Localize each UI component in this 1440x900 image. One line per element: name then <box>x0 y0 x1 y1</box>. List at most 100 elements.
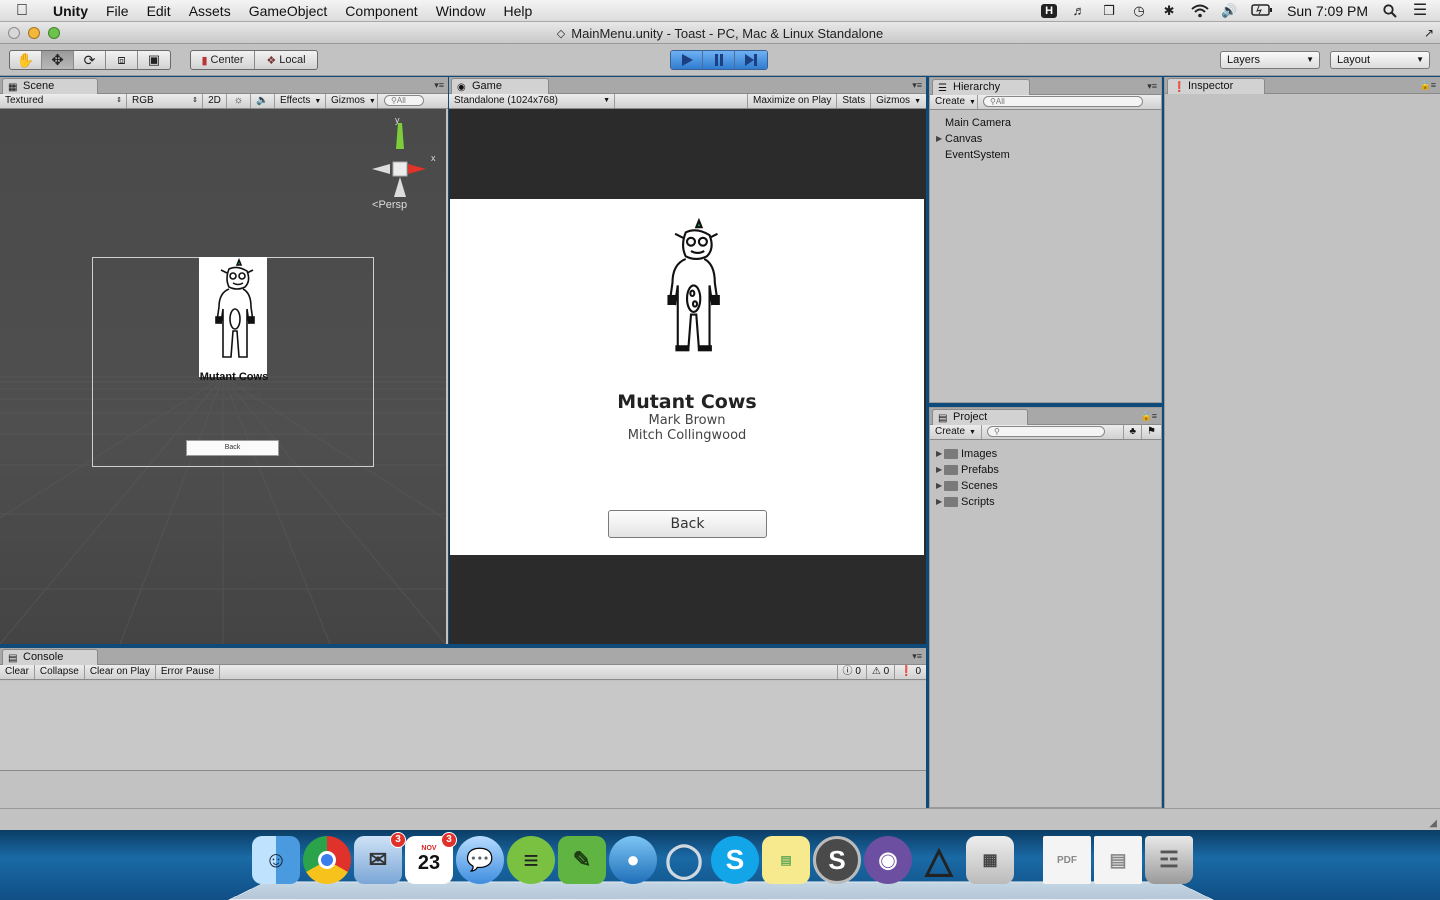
audio-toggle[interactable]: 🔈 <box>251 94 275 108</box>
project-folder-scripts[interactable]: ▶ Scripts <box>930 494 1161 510</box>
effects-dropdown[interactable]: Effects ▼ <box>275 94 326 108</box>
notification-bell-icon[interactable]: ♬ <box>1071 3 1087 18</box>
menu-app[interactable]: Unity <box>44 3 97 19</box>
hierarchy-item-main-camera[interactable]: Main Camera <box>930 115 1161 131</box>
project-search-input[interactable]: ⚲ <box>987 426 1105 437</box>
console-error-toggle[interactable]: ❗ 0 <box>895 665 926 679</box>
tweetbot-icon[interactable]: ● <box>609 836 657 884</box>
hierarchy-create-dropdown[interactable]: Create ▼ <box>930 95 978 109</box>
menu-component[interactable]: Component <box>336 3 426 19</box>
evernote-icon[interactable]: ✎ <box>558 836 606 884</box>
calendar-icon[interactable]: NOV 23 3 <box>405 832 457 884</box>
game-viewport[interactable]: Mutant Cows Mark Brown Mitch Collingwood… <box>449 109 926 644</box>
panel-menu-icon[interactable]: ▾≡ <box>912 80 922 91</box>
search-by-type-button[interactable]: ♣ <box>1123 425 1143 439</box>
minimize-window-button[interactable] <box>28 27 40 39</box>
tab-inspector[interactable]: ❗ Inspector <box>1167 78 1265 94</box>
layers-dropdown[interactable]: Layers ▼ <box>1220 51 1320 69</box>
calculator-icon[interactable]: ▦ <box>966 836 1014 884</box>
spotify-icon[interactable]: ≡ <box>507 836 555 884</box>
menubar-clock[interactable]: Sun 7:09 PM <box>1287 3 1368 19</box>
pivot-center-button[interactable]: ▮ Center <box>191 51 255 69</box>
tab-project[interactable]: ▤ Project <box>932 409 1028 425</box>
project-folder-prefabs[interactable]: ▶ Prefabs <box>930 462 1161 478</box>
volume-icon[interactable]: 🔊 <box>1221 3 1237 18</box>
stickies-icon[interactable]: ▤ <box>762 836 810 884</box>
dropbox-icon[interactable]: ❒ <box>1101 3 1117 18</box>
menu-window[interactable]: Window <box>427 3 495 19</box>
render-mode-dropdown[interactable]: RGB ⇕ <box>127 94 203 108</box>
step-button[interactable] <box>735 51 767 69</box>
tab-hierarchy[interactable]: ☰ Hierarchy <box>932 79 1030 95</box>
expand-triangle-icon[interactable]: ▶ <box>936 446 942 462</box>
console-error-pause-button[interactable]: Error Pause <box>156 665 221 679</box>
fullscreen-icon[interactable]: ↗ <box>1424 22 1434 44</box>
gizmos-dropdown[interactable]: Gizmos ▼ <box>326 94 378 108</box>
persp-label[interactable]: <Persp <box>372 199 407 211</box>
pause-button[interactable] <box>703 51 735 69</box>
zoom-window-button[interactable] <box>48 27 60 39</box>
sublime-icon[interactable]: S <box>813 836 861 884</box>
messages-icon[interactable]: 💬 <box>456 836 504 884</box>
move-tool-button[interactable]: ✥ <box>42 51 74 69</box>
expand-triangle-icon[interactable]: ▶ <box>936 462 942 478</box>
scene-orientation-gizmo[interactable] <box>360 119 440 209</box>
apple-menu-icon[interactable]:  <box>0 2 44 20</box>
menu-gameobject[interactable]: GameObject <box>240 3 337 19</box>
close-window-button[interactable] <box>8 27 20 39</box>
game-back-button[interactable]: Back <box>608 510 767 538</box>
finder-icon[interactable]: ☺ <box>252 836 300 884</box>
unity-icon[interactable]: △ <box>915 836 963 884</box>
mail-icon[interactable]: ✉ 3 <box>354 832 406 884</box>
panel-menu-icon[interactable]: ▾≡ <box>1147 81 1157 92</box>
expand-triangle-icon[interactable]: ▶ <box>936 494 942 510</box>
stats-toggle[interactable]: Stats <box>837 94 872 108</box>
chrome-icon[interactable] <box>303 836 351 884</box>
console-info-toggle[interactable]: ⓘ 0 <box>838 665 867 679</box>
console-clear-on-play-button[interactable]: Clear on Play <box>85 665 156 679</box>
search-by-label-button[interactable]: ⚑ <box>1142 425 1161 439</box>
rotate-tool-button[interactable]: ⟳ <box>74 51 106 69</box>
scale-tool-button[interactable]: ⧈ <box>106 51 138 69</box>
panel-menu-icon[interactable]: ▾≡ <box>912 651 922 662</box>
expand-triangle-icon[interactable]: ▶ <box>936 478 942 494</box>
tab-scene[interactable]: ▦ Scene <box>2 78 98 94</box>
console-warning-toggle[interactable]: ⚠ 0 <box>867 665 896 679</box>
panel-menu-icon[interactable]: 🔒≡ <box>1141 411 1157 422</box>
panel-menu-icon[interactable]: 🔒≡ <box>1420 80 1436 91</box>
resize-grip-icon[interactable]: ◢ <box>1429 818 1437 829</box>
notification-center-icon[interactable]: ☰ <box>1412 2 1428 18</box>
scene-search-input[interactable]: ⚲All <box>384 95 424 106</box>
shading-mode-dropdown[interactable]: Textured ⇕ <box>0 94 127 108</box>
planet-app-icon[interactable]: ◯ <box>660 836 708 884</box>
battery-icon[interactable] <box>1251 3 1273 18</box>
console-detail-area[interactable] <box>0 772 926 808</box>
tab-game[interactable]: ◉ Game <box>451 78 549 94</box>
project-folder-scenes[interactable]: ▶ Scenes <box>930 478 1161 494</box>
menu-file[interactable]: File <box>97 3 138 19</box>
console-log-area[interactable] <box>0 681 926 771</box>
hierarchy-item-canvas[interactable]: ▶ Canvas <box>930 131 1161 147</box>
downloads-stack-icon[interactable]: ▤ <box>1094 836 1142 884</box>
menu-help[interactable]: Help <box>494 3 541 19</box>
github-icon[interactable]: ◉ <box>864 836 912 884</box>
panel-menu-icon[interactable]: ▾≡ <box>434 80 444 91</box>
project-folder-images[interactable]: ▶ Images <box>930 446 1161 462</box>
2d-toggle[interactable]: 2D <box>203 94 227 108</box>
project-create-dropdown[interactable]: Create ▼ <box>930 425 982 439</box>
expand-triangle-icon[interactable]: ▶ <box>936 131 942 147</box>
maximize-on-play-toggle[interactable]: Maximize on Play <box>748 94 838 108</box>
trash-icon[interactable]: ☲ <box>1145 836 1193 884</box>
scene-back-button[interactable]: Back <box>186 440 279 456</box>
hierarchy-search-input[interactable]: ⚲All <box>983 96 1143 107</box>
spotlight-search-icon[interactable] <box>1382 3 1398 18</box>
tab-console[interactable]: ▤ Console <box>2 649 98 665</box>
rect-tool-button[interactable]: ▣ <box>138 51 170 69</box>
layout-dropdown[interactable]: Layout ▼ <box>1330 51 1430 69</box>
pivot-local-button[interactable]: ❖ Local <box>255 51 317 69</box>
menu-edit[interactable]: Edit <box>138 3 180 19</box>
status-h-icon[interactable]: H <box>1041 3 1058 18</box>
pdf-document-icon[interactable]: PDF <box>1043 836 1091 884</box>
hand-tool-button[interactable]: ✋ <box>10 51 42 69</box>
resolution-dropdown[interactable]: Standalone (1024x768) ▼ <box>449 94 615 108</box>
